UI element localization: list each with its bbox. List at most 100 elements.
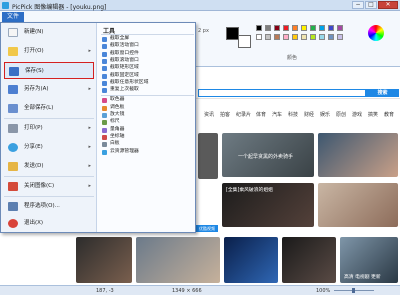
- menu-item-save[interactable]: 保存(S): [4, 62, 94, 79]
- web-nav-item[interactable]: 游戏: [352, 111, 362, 118]
- tool-item[interactable]: 重复上次截取: [101, 87, 194, 94]
- color-swatch[interactable]: [301, 25, 307, 31]
- color-swatch[interactable]: [310, 25, 316, 31]
- menu-item-open[interactable]: 打开(O) ▸: [4, 43, 94, 60]
- tool-item[interactable]: 放大镜: [101, 112, 194, 119]
- minimize-button[interactable]: −: [352, 1, 364, 9]
- video-thumbnail[interactable]: [224, 237, 278, 283]
- file-tab[interactable]: 文件: [2, 12, 24, 22]
- exit-icon: [8, 219, 18, 228]
- color-palette-icon: [102, 105, 107, 111]
- web-nav-item[interactable]: 科技: [288, 111, 298, 118]
- crosshair-icon: [102, 134, 107, 140]
- tool-item[interactable]: 截取任意形状区域: [101, 80, 194, 87]
- tools-separator: [101, 95, 194, 96]
- tool-item[interactable]: 坐标轴: [101, 134, 194, 141]
- tool-item-label: 截取滚动窗口: [110, 57, 139, 63]
- stroke-width-text[interactable]: 2 px: [198, 28, 209, 34]
- video-thumbnail[interactable]: [76, 237, 132, 283]
- web-nav-item[interactable]: 汽车: [272, 111, 282, 118]
- video-thumbnail[interactable]: [282, 237, 336, 283]
- fullscreen-capture-icon: [102, 37, 107, 42]
- close-button[interactable]: ✕: [378, 1, 398, 9]
- repeat-capture-icon: [102, 88, 107, 94]
- color-swatch[interactable]: [292, 34, 298, 40]
- maximize-button[interactable]: □: [365, 1, 377, 9]
- video-thumbnail[interactable]: [318, 133, 398, 177]
- color-swatch[interactable]: [265, 25, 271, 31]
- menu-item-share[interactable]: 分享(E) ▸: [4, 139, 94, 156]
- menu-item-save-as[interactable]: 另存为(A) ▸: [4, 81, 94, 98]
- menu-item-label: 打开(O): [24, 48, 44, 54]
- menu-item-close-image[interactable]: 关闭图像(C) ▸: [4, 178, 94, 195]
- color-swatch[interactable]: [283, 25, 289, 31]
- web-nav-item[interactable]: 拍客: [220, 111, 230, 118]
- color-swatch[interactable]: [283, 34, 289, 40]
- tool-item[interactable]: 量角器: [101, 127, 194, 134]
- web-search-button[interactable]: 搜索: [366, 89, 399, 97]
- menu-item-save-all[interactable]: 全部保存(L): [4, 100, 94, 117]
- tool-item[interactable]: 标尺: [101, 119, 194, 126]
- color-swatch[interactable]: [256, 25, 262, 31]
- web-nav-item[interactable]: 娱乐: [320, 111, 330, 118]
- color-swatch[interactable]: [337, 34, 343, 40]
- tool-item[interactable]: 截取窗口控件: [101, 51, 194, 58]
- tool-item-label: 截取全屏: [110, 36, 130, 41]
- menu-item-label: 发送(D): [24, 163, 44, 169]
- video-thumbnail[interactable]: [198, 133, 218, 179]
- zoom-level-text[interactable]: 100%: [316, 288, 330, 294]
- tool-item[interactable]: 截取矩形区域: [101, 65, 194, 72]
- window-control-capture-icon: [102, 51, 107, 57]
- zoom-slider-thumb[interactable]: [352, 288, 355, 293]
- tool-item[interactable]: 截取滚动窗口: [101, 58, 194, 65]
- tool-item[interactable]: 白板: [101, 141, 194, 148]
- color-swatch[interactable]: [274, 25, 280, 31]
- ruler-icon: [102, 120, 107, 126]
- save-all-icon: [8, 104, 18, 113]
- tool-item[interactable]: 云资源管理器: [101, 149, 194, 156]
- tool-item[interactable]: 取色器: [101, 97, 194, 104]
- menu-item-exit[interactable]: 退出(X): [4, 215, 94, 232]
- tool-item-label: 量角器: [110, 126, 125, 132]
- tool-item[interactable]: 截取活动窗口: [101, 43, 194, 50]
- tool-item[interactable]: 截取固定区域: [101, 73, 194, 80]
- color-swatch[interactable]: [328, 34, 334, 40]
- menu-item-options[interactable]: 程序选项(O)...: [4, 198, 94, 215]
- web-nav-item[interactable]: 财经: [304, 111, 314, 118]
- web-nav-item[interactable]: 原创: [336, 111, 346, 118]
- color-swatch[interactable]: [301, 34, 307, 40]
- web-nav-item[interactable]: 资讯: [204, 111, 214, 118]
- web-nav-item[interactable]: 教育: [384, 111, 394, 118]
- color-swatch[interactable]: [274, 34, 280, 40]
- video-caption: 一个起早贪黑的外卖骑手: [238, 154, 294, 160]
- web-nav-item[interactable]: 体育: [256, 111, 266, 118]
- tool-item-label: 坐标轴: [110, 133, 125, 139]
- cloud-explorer-icon: [102, 149, 107, 155]
- picpick-app-icon: [2, 2, 9, 9]
- menu-item-label: 新建(N): [24, 29, 44, 35]
- menu-item-print[interactable]: 打印(P) ▸: [4, 120, 94, 137]
- video-thumbnail[interactable]: [318, 183, 398, 227]
- color-swatch[interactable]: [337, 25, 343, 31]
- tool-item-label: 取色器: [110, 97, 125, 103]
- web-nav-item[interactable]: 纪录片: [236, 111, 251, 118]
- color-swatch[interactable]: [265, 34, 271, 40]
- web-nav-item[interactable]: 搞笑: [368, 111, 378, 118]
- color-swatch[interactable]: [256, 34, 262, 40]
- submenu-arrow-icon: ▸: [88, 86, 91, 92]
- color-swatch[interactable]: [328, 25, 334, 31]
- color-swatch[interactable]: [310, 34, 316, 40]
- tool-item[interactable]: 截取全屏: [101, 36, 194, 43]
- web-search-input[interactable]: [198, 89, 366, 97]
- menu-item-new[interactable]: 新建(N): [4, 24, 94, 41]
- color-swatch[interactable]: [319, 34, 325, 40]
- cursor-position-text: 187, -3: [96, 288, 114, 294]
- color-swatch[interactable]: [319, 25, 325, 31]
- tool-item[interactable]: 调色板: [101, 105, 194, 112]
- color-swatch[interactable]: [292, 25, 298, 31]
- menu-item-send[interactable]: 发送(D) ▸: [4, 158, 94, 175]
- color-wheel-icon[interactable]: [368, 25, 384, 41]
- secondary-color-swatch[interactable]: [238, 35, 251, 48]
- video-thumbnail[interactable]: [136, 237, 220, 283]
- tool-item-label: 白板: [110, 141, 120, 147]
